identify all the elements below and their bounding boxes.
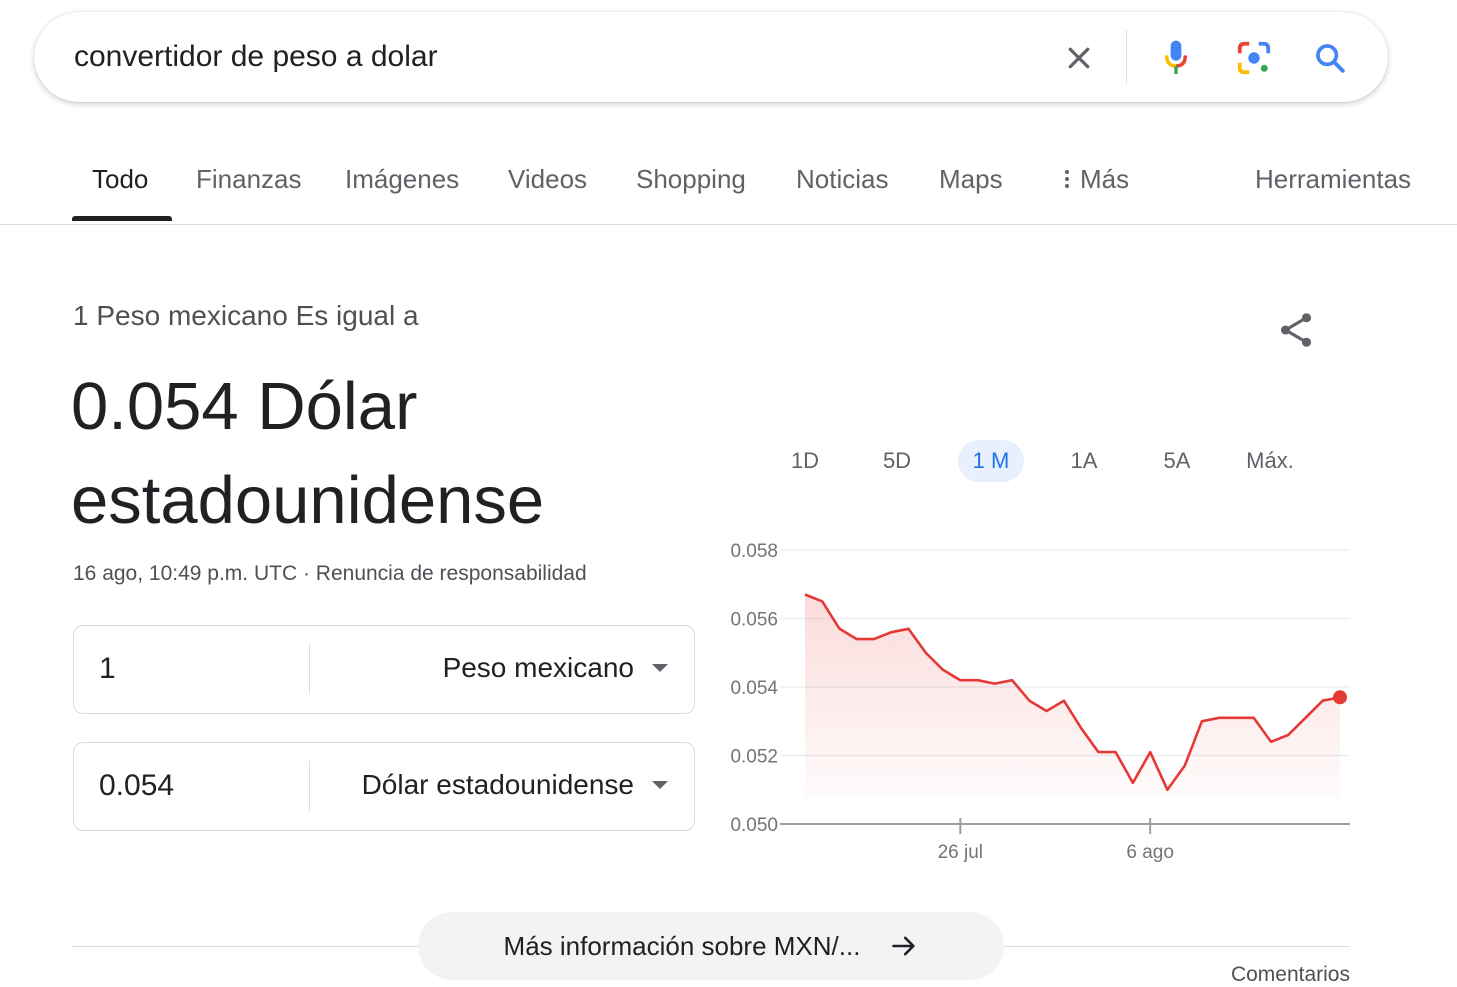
from-amount-input[interactable]: 1 bbox=[99, 652, 116, 686]
dropdown-arrow-icon bbox=[652, 781, 668, 789]
y-tick-label: 0.058 bbox=[730, 541, 778, 562]
tab-todo[interactable]: Todo bbox=[92, 164, 148, 195]
to-currency-select[interactable]: Dólar estadounidense bbox=[362, 769, 668, 801]
arrow-right-icon bbox=[892, 936, 916, 956]
active-tab-indicator bbox=[72, 216, 172, 221]
microphone-icon[interactable] bbox=[1156, 38, 1196, 78]
tab-videos[interactable]: Videos bbox=[508, 164, 587, 195]
disclaimer-link[interactable]: Renuncia de responsabilidad bbox=[316, 562, 587, 585]
converter-divider bbox=[309, 761, 310, 811]
from-currency-row: 1 Peso mexicano bbox=[73, 625, 695, 714]
range-1d[interactable]: 1D bbox=[781, 440, 829, 482]
rate-timestamp: 16 ago, 10:49 p.m. UTC · Renuncia de res… bbox=[73, 562, 587, 586]
to-amount-input[interactable]: 0.054 bbox=[99, 769, 174, 803]
search-tabs: Todo Finanzas Imágenes Videos Shopping N… bbox=[0, 150, 1457, 225]
share-button[interactable] bbox=[1272, 306, 1320, 354]
range-1m[interactable]: 1 M bbox=[958, 440, 1024, 482]
y-tick-label: 0.052 bbox=[730, 747, 778, 768]
tab-maps[interactable]: Maps bbox=[939, 164, 1003, 195]
lens-icon[interactable] bbox=[1234, 38, 1274, 78]
search-divider bbox=[1126, 30, 1127, 84]
converted-value-heading: 0.054 Dólar estadounidense bbox=[71, 369, 545, 538]
range-5a[interactable]: 5A bbox=[1153, 440, 1201, 482]
from-currency-select[interactable]: Peso mexicano bbox=[443, 652, 668, 684]
search-input[interactable]: convertidor de peso a dolar bbox=[74, 40, 438, 74]
close-icon[interactable] bbox=[1059, 38, 1099, 78]
x-tick-label: 6 ago bbox=[1126, 842, 1174, 863]
current-value-point bbox=[1333, 690, 1347, 705]
more-info-label: Más información sobre MXN/... bbox=[503, 930, 861, 961]
range-1a[interactable]: 1A bbox=[1060, 440, 1108, 482]
to-currency-label: Dólar estadounidense bbox=[361, 769, 634, 800]
series-area bbox=[805, 594, 1340, 798]
y-tick-label: 0.054 bbox=[730, 678, 778, 699]
equals-label: 1 Peso mexicano Es igual a bbox=[73, 300, 419, 331]
tab-noticias[interactable]: Noticias bbox=[796, 164, 888, 195]
search-icon[interactable] bbox=[1310, 38, 1350, 78]
timestamp-text: 16 ago, 10:49 p.m. UTC bbox=[73, 562, 298, 585]
from-currency-label: Peso mexicano bbox=[442, 652, 634, 683]
dropdown-arrow-icon bbox=[652, 664, 668, 672]
x-tick-label: 26 jul bbox=[938, 842, 983, 863]
tools-button[interactable]: Herramientas bbox=[1255, 164, 1411, 195]
more-vert-icon bbox=[1065, 170, 1069, 188]
y-tick-label: 0.056 bbox=[730, 610, 778, 631]
share-icon bbox=[1280, 313, 1312, 347]
to-currency-row: 0.054 Dólar estadounidense bbox=[73, 742, 695, 831]
timestamp-separator: · bbox=[297, 562, 316, 585]
y-tick-label: 0.050 bbox=[730, 815, 778, 836]
search-bar: convertidor de peso a dolar bbox=[34, 12, 1388, 102]
tab-mas[interactable]: Más bbox=[1062, 164, 1129, 195]
tab-mas-label: Más bbox=[1080, 164, 1130, 194]
exchange-rate-chart: 0.058 0.056 0.054 0.052 0.050 26 jul 6 ago bbox=[730, 541, 1350, 863]
tab-finanzas[interactable]: Finanzas bbox=[196, 164, 302, 195]
tab-imagenes[interactable]: Imágenes bbox=[345, 164, 459, 195]
tab-shopping[interactable]: Shopping bbox=[636, 164, 746, 195]
range-5d[interactable]: 5D bbox=[873, 440, 921, 482]
feedback-link[interactable]: Comentarios bbox=[1231, 963, 1350, 987]
range-max[interactable]: Máx. bbox=[1240, 440, 1300, 482]
converter-divider bbox=[309, 644, 310, 694]
more-info-button[interactable]: Más información sobre MXN/... bbox=[418, 912, 1004, 980]
